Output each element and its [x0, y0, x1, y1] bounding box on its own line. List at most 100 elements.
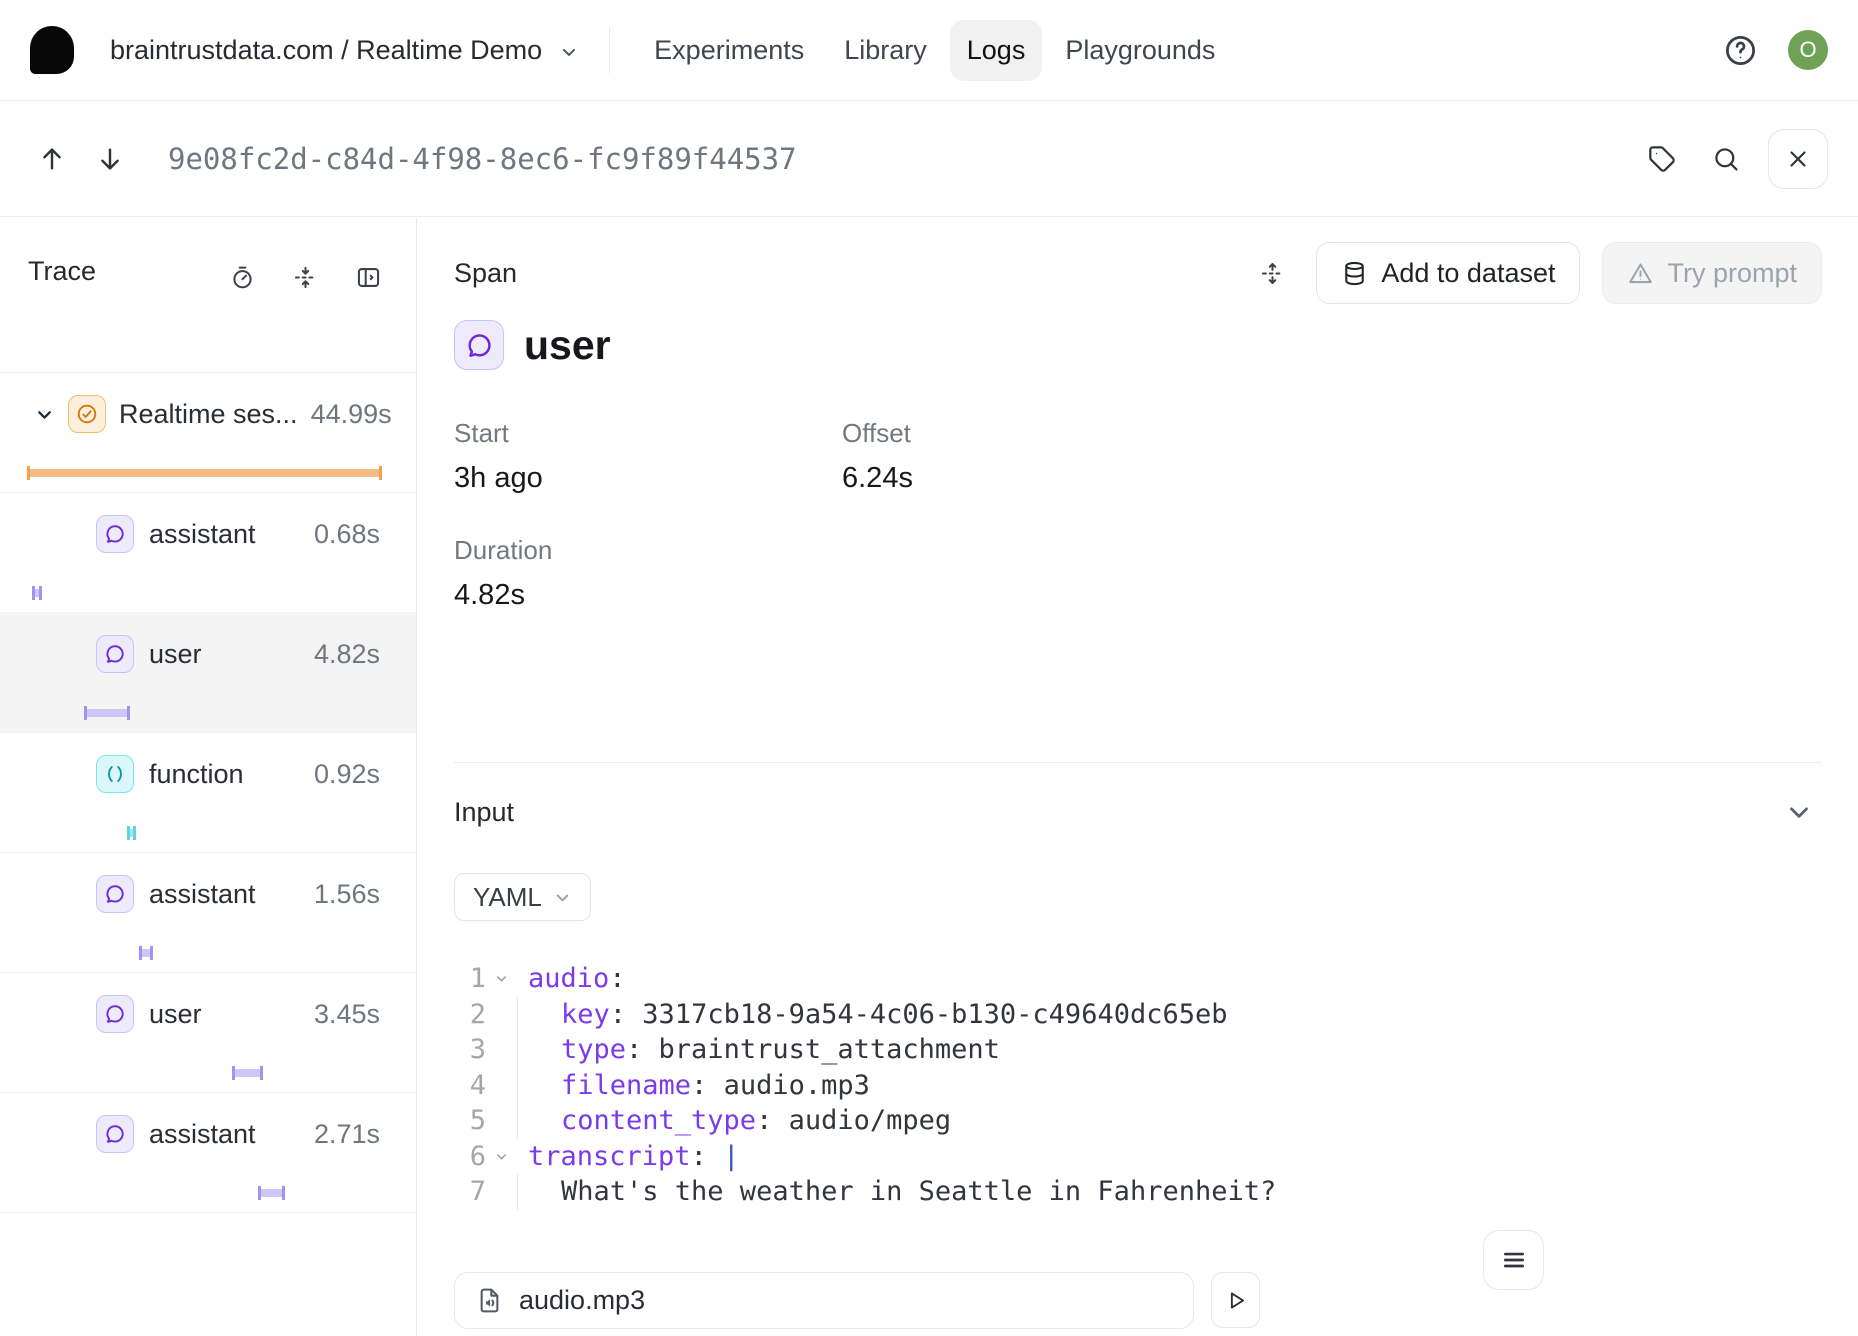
chat-bubble-icon [96, 635, 134, 673]
line-number: 2 [454, 997, 486, 1033]
code-line: 2 key: 3317cb18-9a54-4c06-b130-c49640dc6… [454, 997, 1822, 1033]
top-nav: braintrustdata.com / Realtime Demo Exper… [0, 0, 1858, 101]
span-meta: Start 3h ago Offset 6.24s Duration 4.82s [418, 418, 1858, 612]
timing-toggle-button[interactable] [221, 256, 264, 299]
meta-duration-label: Duration [454, 535, 842, 566]
trace-span-row-assistant-3[interactable]: assistant 2.71s [0, 1093, 416, 1213]
code-line: 6 transcript: | [454, 1139, 1822, 1175]
collapse-all-button[interactable] [284, 256, 327, 299]
span-duration: 1.56s [314, 879, 380, 910]
chat-bubble-icon [454, 320, 504, 370]
span-duration: 0.68s [314, 519, 380, 550]
search-icon [1712, 145, 1740, 173]
span-title-row: user [418, 320, 1858, 370]
span-panel-title: Span [454, 258, 517, 289]
nav-item-experiments[interactable]: Experiments [637, 20, 821, 81]
span-duration: 4.82s [314, 639, 380, 670]
attachment-audio-file[interactable]: audio.mp3 [454, 1272, 1194, 1329]
breadcrumb[interactable]: braintrustdata.com / Realtime Demo [110, 35, 579, 66]
span-tree: Realtime ses... 44.99s assistant 0.68s [0, 373, 416, 1213]
trace-span-row-assistant-2[interactable]: assistant 1.56s [0, 853, 416, 973]
meta-duration-value: 4.82s [454, 579, 842, 612]
chat-bubble-icon [96, 875, 134, 913]
warning-triangle-icon [1627, 260, 1654, 287]
trace-toolbar: 9e08fc2d-c84d-4f98-8ec6-fc9f89f44537 [0, 101, 1858, 217]
trace-span-row-assistant-1[interactable]: assistant 0.68s [0, 493, 416, 613]
toolbar-right [1640, 129, 1828, 189]
span-name: Realtime ses... [119, 399, 298, 430]
trace-id: 9e08fc2d-c84d-4f98-8ec6-fc9f89f44537 [168, 142, 797, 176]
span-duration: 2.71s [314, 1119, 380, 1150]
add-to-dataset-button[interactable]: Add to dataset [1316, 242, 1580, 304]
avatar[interactable]: O [1788, 30, 1828, 70]
help-button[interactable] [1723, 33, 1758, 68]
span-timeline [27, 586, 381, 600]
collapse-input-button[interactable] [1776, 789, 1822, 835]
trace-panel-header: Trace [0, 218, 416, 373]
code-line: 1 audio: [454, 961, 1822, 997]
meta-start-value: 3h ago [454, 462, 842, 495]
input-section-header: Input [418, 789, 1858, 835]
next-trace-button[interactable] [88, 137, 132, 181]
primary-nav: Experiments Library Logs Playgrounds [634, 20, 1235, 81]
span-timeline [27, 946, 381, 960]
fold-toggle[interactable] [486, 1139, 517, 1175]
fold-toggle[interactable] [486, 961, 517, 997]
nav-item-library[interactable]: Library [827, 20, 944, 81]
chat-bubble-icon [96, 995, 134, 1033]
span-name: assistant [149, 1119, 256, 1150]
hamburger-icon [1501, 1247, 1527, 1273]
prev-trace-button[interactable] [30, 137, 74, 181]
line-number: 3 [454, 1032, 486, 1068]
span-detail-panel: Span Add to dataset Try [418, 218, 1858, 1336]
main-area: Trace [0, 218, 1858, 1336]
menu-button[interactable] [1483, 1230, 1544, 1290]
span-name: assistant [149, 879, 256, 910]
play-icon [1223, 1288, 1248, 1313]
span-duration: 3.45s [314, 999, 380, 1030]
sidebar-panel-icon [355, 264, 382, 291]
span-timeline [27, 706, 381, 720]
line-number: 5 [454, 1103, 486, 1139]
meta-start-label: Start [454, 418, 842, 449]
line-number: 1 [454, 961, 486, 997]
span-name: user [149, 639, 202, 670]
chevron-down-icon[interactable] [34, 404, 55, 425]
code-line: 5 content_type: audio/mpeg [454, 1103, 1822, 1139]
help-icon [1723, 33, 1758, 68]
trace-span-row-root[interactable]: Realtime ses... 44.99s [0, 373, 416, 493]
span-duration: 0.92s [314, 759, 380, 790]
span-name: function [149, 759, 244, 790]
database-icon [1341, 260, 1368, 287]
span-panel-header: Span Add to dataset Try [418, 218, 1858, 304]
breadcrumb-label: braintrustdata.com / Realtime Demo [110, 35, 542, 66]
nav-item-playgrounds[interactable]: Playgrounds [1048, 20, 1232, 81]
chat-bubble-icon [96, 1115, 134, 1153]
code-line: 3 type: braintrust_attachment [454, 1032, 1822, 1068]
chevron-down-icon [1784, 797, 1814, 827]
nav-right: O [1723, 30, 1828, 70]
nav-divider [609, 27, 610, 73]
input-section-title: Input [454, 797, 514, 828]
meta-offset-label: Offset [842, 418, 1822, 449]
trace-span-row-user-2[interactable]: user 3.45s [0, 973, 416, 1093]
trace-span-row-function[interactable]: function 0.92s [0, 733, 416, 853]
format-selector[interactable]: YAML [454, 873, 591, 921]
trace-span-row-user-1[interactable]: user 4.82s [0, 613, 416, 733]
collapse-vertical-icon [292, 264, 319, 291]
tag-button[interactable] [1640, 137, 1684, 181]
chevron-down-icon [553, 888, 572, 907]
close-button[interactable] [1768, 129, 1828, 189]
stopwatch-icon [229, 264, 256, 291]
span-timeline [27, 466, 381, 480]
play-button[interactable] [1211, 1272, 1260, 1328]
add-to-dataset-label: Add to dataset [1381, 258, 1555, 289]
try-prompt-button[interactable]: Try prompt [1602, 242, 1822, 304]
attachment-row: audio.mp3 [454, 1272, 1822, 1329]
trace-panel: Trace [0, 218, 417, 1336]
panel-toggle-button[interactable] [347, 256, 390, 299]
search-button[interactable] [1704, 137, 1748, 181]
braintrust-logo[interactable] [30, 26, 74, 74]
nav-item-logs[interactable]: Logs [950, 20, 1043, 81]
expand-rows-button[interactable] [1251, 252, 1294, 295]
